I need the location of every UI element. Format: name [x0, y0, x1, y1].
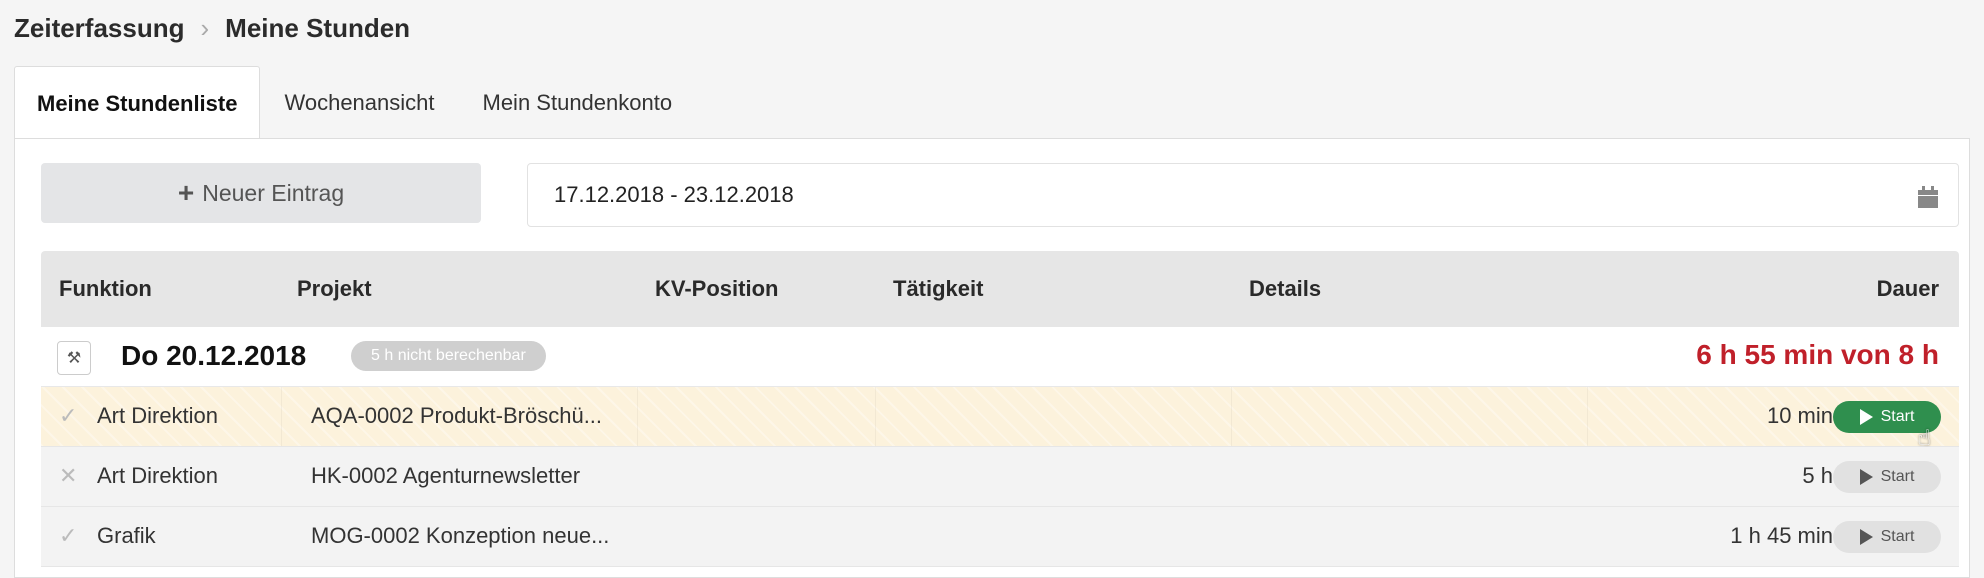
- tab-wochenansicht[interactable]: Wochenansicht: [260, 66, 458, 140]
- start-label: Start: [1880, 468, 1915, 485]
- plus-icon: +: [177, 177, 195, 208]
- breadcrumb-current: Meine Stunden: [225, 12, 411, 43]
- new-entry-button[interactable]: + Neuer Eintrag: [41, 163, 481, 223]
- header-taetigkeit[interactable]: Tätigkeit: [893, 276, 983, 302]
- day-group-header: ⚒ Do 20.12.2018 5 h nicht berechenbar 6 …: [41, 327, 1959, 387]
- day-title: Do 20.12.2018: [121, 340, 307, 371]
- row-dauer: 5 h: [1802, 463, 1833, 488]
- start-label: Start: [1880, 528, 1915, 545]
- play-icon: [1859, 469, 1873, 485]
- play-icon: [1859, 409, 1873, 425]
- header-dauer[interactable]: Dauer: [1877, 276, 1939, 302]
- content-panel: + Neuer Eintrag 17.12.2018 - 23.12.2018 …: [14, 138, 1970, 578]
- table-row[interactable]: ✓ Art Direktion AQA-0002 Produkt-Bröschü…: [41, 387, 1959, 450]
- row-projekt: HK-0002 Agenturnewsletter: [311, 463, 581, 488]
- start-button[interactable]: Start: [1833, 521, 1941, 553]
- start-label: Start: [1880, 408, 1915, 425]
- start-button[interactable]: Start: [1833, 461, 1941, 493]
- header-kv-position[interactable]: KV-Position: [655, 276, 778, 302]
- hours-table: Funktion Projekt KV-Position Tätigkeit D…: [41, 251, 1959, 567]
- wrench-icon[interactable]: ⚒: [57, 341, 91, 375]
- check-icon: ✓: [59, 403, 78, 428]
- breadcrumb-parent[interactable]: Zeiterfassung: [14, 13, 185, 44]
- breadcrumb: Zeiterfassung › Meine Stunden: [14, 12, 410, 44]
- row-funktion: Grafik: [97, 523, 156, 548]
- header-details[interactable]: Details: [1249, 276, 1321, 302]
- new-entry-label: Neuer Eintrag: [202, 179, 345, 206]
- chevron-right-icon: ›: [200, 12, 210, 43]
- tab-bar: Meine Stundenliste Wochenansicht Mein St…: [14, 66, 696, 140]
- row-projekt: AQA-0002 Produkt-Bröschü...: [311, 403, 603, 428]
- day-total: 6 h 55 min von 8 h: [1696, 339, 1939, 370]
- cross-icon: ✕: [59, 463, 78, 488]
- table-row[interactable]: ✕ Art Direktion HK-0002 Agenturnewslette…: [41, 447, 1959, 507]
- row-funktion: Art Direktion: [97, 403, 219, 428]
- header-funktion[interactable]: Funktion: [59, 276, 152, 302]
- row-funktion: Art Direktion: [97, 463, 219, 488]
- table-row[interactable]: ✓ Grafik MOG-0002 Konzeption neue... 1 h…: [41, 507, 1959, 567]
- play-icon: [1859, 529, 1873, 545]
- tab-mein-stundenkonto[interactable]: Mein Stundenkonto: [459, 66, 697, 140]
- row-projekt: MOG-0002 Konzeption neue...: [311, 523, 610, 548]
- table-header: Funktion Projekt KV-Position Tätigkeit D…: [41, 251, 1959, 327]
- row-dauer: 10 min: [1766, 403, 1833, 428]
- calendar-icon[interactable]: [1918, 186, 1938, 208]
- status-badge: 5 h nicht berechenbar: [351, 341, 546, 371]
- row-dauer: 1 h 45 min: [1730, 523, 1833, 548]
- check-icon: ✓: [59, 523, 78, 548]
- header-projekt[interactable]: Projekt: [297, 276, 372, 302]
- tab-meine-stundenliste[interactable]: Meine Stundenliste: [14, 66, 261, 140]
- date-range-value: 17.12.2018 - 23.12.2018: [554, 182, 794, 207]
- date-range-field[interactable]: 17.12.2018 - 23.12.2018: [527, 163, 1959, 227]
